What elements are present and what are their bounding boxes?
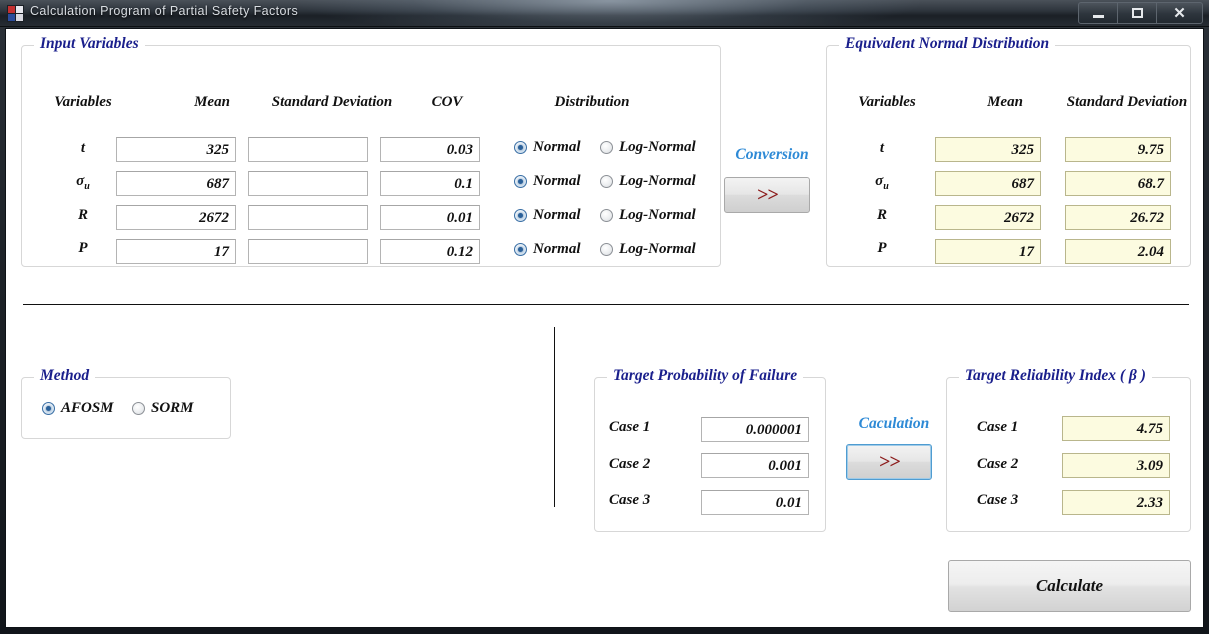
input-target-pf-case3[interactable]: 0.01 [701, 490, 809, 515]
title-bar: Calculation Program of Partial Safety Fa… [0, 0, 1209, 27]
input-mean-t[interactable]: 325 [116, 137, 236, 162]
method-group: Method AFOSM SORM [21, 367, 231, 439]
eq-header-std: Standard Deviation [1066, 94, 1188, 110]
eq-row-label-R: R [876, 207, 887, 223]
target-beta-legend: Target Reliability Index ( β ) [959, 367, 1152, 385]
radio-dot-icon [514, 141, 527, 154]
input-target-pf-case2[interactable]: 0.001 [701, 453, 809, 478]
radio-normal-sigma-u[interactable]: Normal [514, 173, 581, 190]
eq-row-label-P: P [877, 240, 887, 256]
window-controls: ✕ [1078, 2, 1203, 24]
radio-normal-R[interactable]: Normal [514, 207, 581, 224]
app-window: Calculation Program of Partial Safety Fa… [0, 0, 1209, 634]
input-variables-group: Input Variables Variables Mean Standard … [21, 35, 721, 267]
target-beta-group: Target Reliability Index ( β ) Case 1 4.… [946, 367, 1191, 532]
radio-dot-icon [42, 402, 55, 415]
minimize-button[interactable] [1079, 3, 1118, 23]
output-eq-mean-t: 325 [935, 137, 1041, 162]
radio-normal-t[interactable]: Normal [514, 139, 581, 156]
minimize-icon [1092, 15, 1104, 18]
caculation-label: Caculation [858, 415, 930, 432]
section-divider-vertical [554, 327, 555, 507]
input-mean-R[interactable]: 2672 [116, 205, 236, 230]
close-icon: ✕ [1173, 4, 1186, 22]
maximize-button[interactable] [1118, 3, 1157, 23]
header-distribution: Distribution [554, 94, 630, 110]
eq-row-label-t: t [879, 140, 885, 156]
output-eq-std-sigma-u: 68.7 [1065, 171, 1171, 196]
radio-lognormal-P[interactable]: Log-Normal [600, 241, 696, 258]
radio-lognormal-t[interactable]: Log-Normal [600, 139, 696, 156]
input-std-P[interactable] [248, 239, 368, 264]
radio-normal-P[interactable]: Normal [514, 241, 581, 258]
input-std-sigma-u[interactable] [248, 171, 368, 196]
equivalent-normal-legend: Equivalent Normal Distribution [839, 35, 1056, 53]
input-cov-sigma-u[interactable]: 0.1 [380, 171, 480, 196]
output-target-beta-case3: 2.33 [1062, 490, 1170, 515]
radio-method-afosm[interactable]: AFOSM [42, 400, 114, 417]
method-legend: Method [34, 367, 96, 385]
input-cov-R[interactable]: 0.01 [380, 205, 480, 230]
section-divider-horizontal [23, 304, 1189, 305]
eq-row-label-sigma-u: σu [875, 173, 889, 192]
window-title: Calculation Program of Partial Safety Fa… [30, 4, 299, 18]
input-cov-P[interactable]: 0.12 [380, 239, 480, 264]
equivalent-normal-group: Equivalent Normal Distribution Variables… [826, 35, 1191, 267]
radio-dot-icon [600, 209, 613, 222]
input-std-R[interactable] [248, 205, 368, 230]
app-icon [7, 5, 24, 22]
output-target-beta-case2: 3.09 [1062, 453, 1170, 478]
output-eq-std-P: 2.04 [1065, 239, 1171, 264]
titlebar-glow [300, 0, 920, 26]
output-eq-mean-R: 2672 [935, 205, 1041, 230]
input-mean-P[interactable]: 17 [116, 239, 236, 264]
radio-dot-icon [514, 175, 527, 188]
target-beta-label-case2: Case 2 [977, 456, 1019, 472]
target-pf-legend: Target Probability of Failure [607, 367, 804, 385]
close-button[interactable]: ✕ [1157, 3, 1202, 23]
radio-dot-icon [600, 141, 613, 154]
radio-lognormal-sigma-u[interactable]: Log-Normal [600, 173, 696, 190]
calculate-button[interactable]: Calculate [948, 560, 1191, 612]
input-mean-sigma-u[interactable]: 687 [116, 171, 236, 196]
conversion-button[interactable]: >> [724, 177, 810, 213]
target-pf-group: Target Probability of Failure Case 1 0.0… [594, 367, 826, 532]
target-pf-label-case2: Case 2 [609, 456, 651, 472]
radio-dot-icon [600, 243, 613, 256]
radio-dot-icon [132, 402, 145, 415]
target-pf-label-case1: Case 1 [609, 419, 651, 435]
client-area: Input Variables Variables Mean Standard … [5, 28, 1204, 628]
output-eq-mean-P: 17 [935, 239, 1041, 264]
caculation-button[interactable]: >> [846, 444, 932, 480]
target-beta-label-case1: Case 1 [977, 419, 1019, 435]
radio-method-sorm[interactable]: SORM [132, 400, 194, 417]
output-eq-std-R: 26.72 [1065, 205, 1171, 230]
input-cov-t[interactable]: 0.03 [380, 137, 480, 162]
conversion-label: Conversion [735, 146, 809, 163]
input-std-t[interactable] [248, 137, 368, 162]
input-variables-legend: Input Variables [34, 35, 145, 53]
target-pf-label-case3: Case 3 [609, 492, 651, 508]
radio-dot-icon [600, 175, 613, 188]
output-eq-mean-sigma-u: 687 [935, 171, 1041, 196]
output-target-beta-case1: 4.75 [1062, 416, 1170, 441]
output-eq-std-t: 9.75 [1065, 137, 1171, 162]
radio-dot-icon [514, 209, 527, 222]
input-target-pf-case1[interactable]: 0.000001 [701, 417, 809, 442]
radio-lognormal-R[interactable]: Log-Normal [600, 207, 696, 224]
target-beta-label-case3: Case 3 [977, 492, 1019, 508]
maximize-icon [1131, 8, 1143, 18]
radio-dot-icon [514, 243, 527, 256]
